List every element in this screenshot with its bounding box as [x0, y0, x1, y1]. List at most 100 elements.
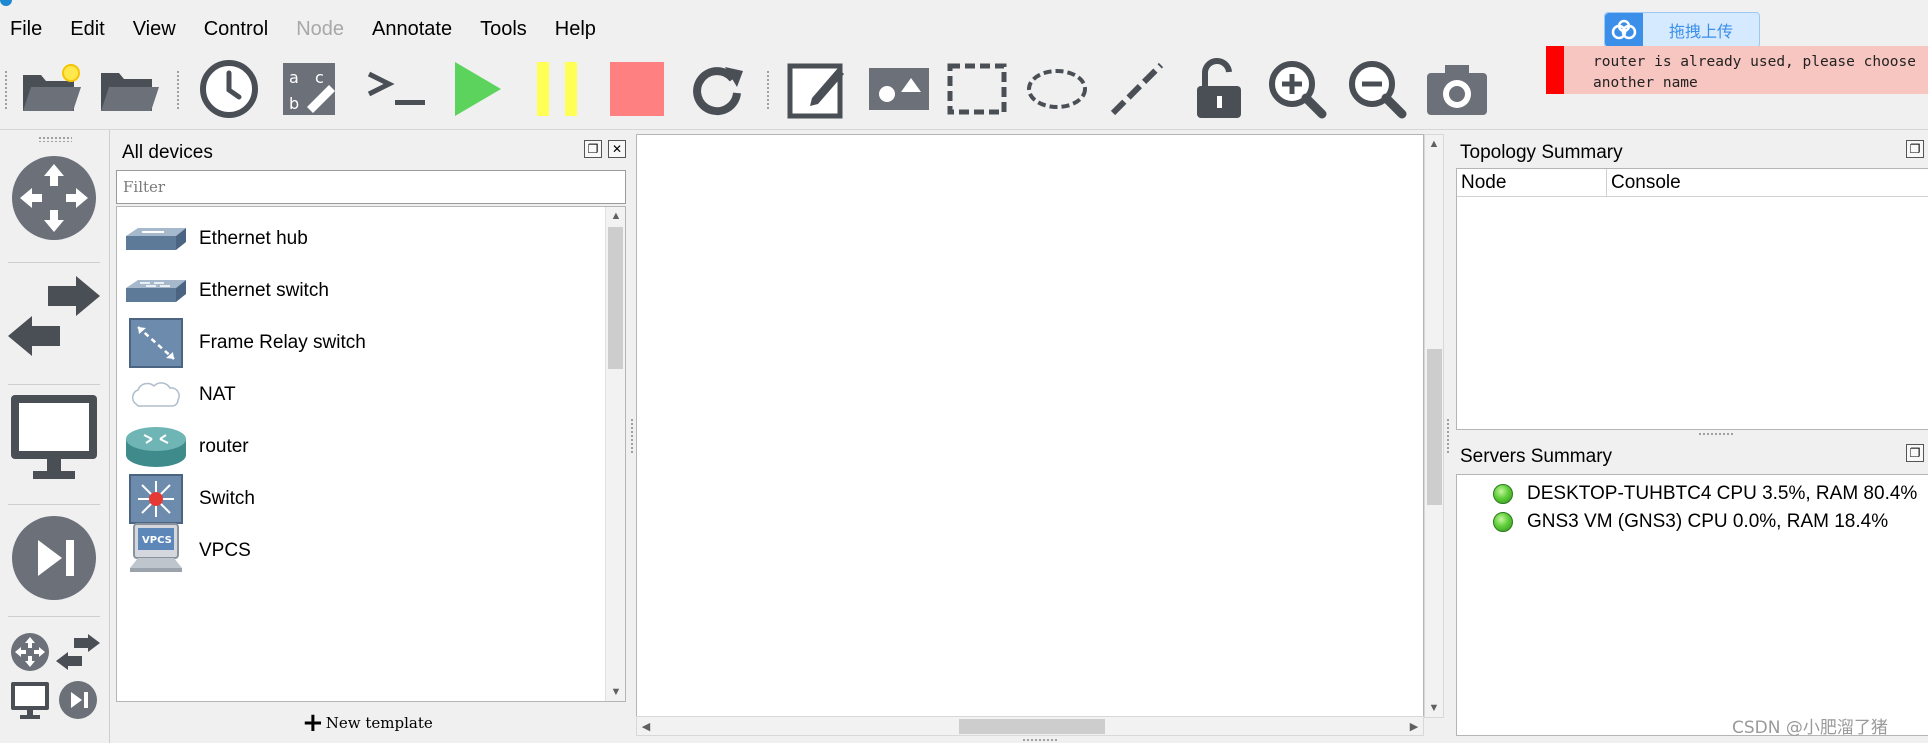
plus-icon: + [302, 708, 324, 738]
show-interface-labels-icon[interactable]: acb [274, 54, 344, 124]
devices-panel: All devices ❐ ✕ Ethernet hub Ethernet sw… [112, 132, 630, 743]
add-note-icon[interactable] [782, 54, 852, 124]
menu-tools[interactable]: Tools [472, 12, 535, 46]
all-devices-security-icon[interactable] [56, 678, 100, 722]
scrollbar-thumb[interactable] [959, 719, 1105, 734]
draw-rectangle-icon[interactable] [942, 54, 1012, 124]
float-panel-icon[interactable]: ❐ [584, 140, 602, 158]
table-header: Node Console [1457, 169, 1928, 197]
new-template-button[interactable]: + New template [302, 710, 433, 736]
svg-text:a: a [289, 68, 299, 87]
canvas-vertical-scrollbar[interactable]: ▲ ▼ [1424, 134, 1444, 718]
all-devices-switches-icon[interactable] [56, 630, 100, 674]
lock-items-icon[interactable] [1184, 54, 1254, 124]
topology-canvas[interactable] [636, 134, 1424, 718]
float-panel-icon[interactable]: ❐ [1906, 140, 1924, 158]
canvas-splitter[interactable] [1022, 738, 1058, 743]
device-label: Ethernet switch [199, 280, 329, 301]
filter-input[interactable] [116, 170, 626, 204]
server-label: DESKTOP-TUHBTC4 CPU 3.5%, RAM 80.4% [1527, 483, 1918, 504]
svg-text:VPCS: VPCS [142, 535, 172, 546]
insert-picture-icon[interactable] [864, 54, 934, 124]
draw-ellipse-icon[interactable] [1022, 54, 1092, 124]
all-devices-end-devices-icon[interactable] [8, 678, 52, 722]
error-message: router is already used, please choose an… [1593, 54, 1917, 91]
menu-annotate[interactable]: Annotate [364, 12, 460, 46]
topology-summary-table: Node Console [1456, 168, 1928, 430]
upload-badge[interactable]: 拖拽上传 [1604, 12, 1760, 48]
menu-help[interactable]: Help [547, 12, 604, 46]
float-panel-icon[interactable]: ❐ [1906, 444, 1924, 462]
scrollbar-thumb[interactable] [1427, 349, 1442, 505]
menu-node: Node [296, 18, 344, 40]
zoom-out-icon[interactable] [1342, 54, 1412, 124]
rail-separator [8, 616, 100, 617]
column-header-console[interactable]: Console [1607, 169, 1928, 196]
open-project-icon[interactable] [94, 54, 164, 124]
all-devices-routers-icon[interactable] [8, 630, 52, 674]
routers-icon[interactable] [8, 152, 100, 244]
suspend-all-icon[interactable] [522, 54, 592, 124]
toolbar-grip[interactable] [4, 70, 8, 110]
stop-all-icon[interactable] [602, 54, 672, 124]
close-panel-icon[interactable]: ✕ [608, 140, 626, 158]
zoom-in-icon[interactable] [1262, 54, 1332, 124]
snapshot-clock-icon[interactable] [194, 54, 264, 124]
server-row[interactable]: GNS3 VM (GNS3) CPU 0.0%, RAM 18.4% [1493, 509, 1888, 535]
server-running-icon [1493, 512, 1513, 532]
new-project-icon[interactable] [16, 54, 86, 124]
rail-separator [8, 504, 100, 505]
device-list-scrollbar[interactable]: ▲ ▼ [605, 207, 625, 701]
switches-icon[interactable] [8, 270, 100, 362]
menu-edit[interactable]: Edit [62, 12, 112, 46]
end-devices-icon[interactable] [8, 392, 100, 484]
watermark: CSDN @小肥溜了猪 [1732, 718, 1888, 738]
device-item-vpcs[interactable]: VPCS VPCS [117, 519, 607, 583]
menu-control[interactable]: Control [196, 12, 276, 46]
console-all-icon[interactable] [362, 54, 432, 124]
scroll-down-icon[interactable]: ▼ [1425, 699, 1443, 717]
server-running-icon [1493, 484, 1513, 504]
error-accent-bar [1546, 46, 1564, 94]
screenshot-icon[interactable] [1422, 54, 1492, 124]
servers-summary-panel: Servers Summary ❐ DESKTOP-TUHBTC4 CPU 3.… [1450, 436, 1928, 743]
draw-line-icon[interactable] [1102, 54, 1172, 124]
app-logo-icon [0, 0, 12, 6]
gns3-window: File Edit View Control Node Annotate Too… [0, 0, 1928, 743]
security-devices-icon[interactable] [8, 512, 100, 604]
servers-list: DESKTOP-TUHBTC4 CPU 3.5%, RAM 80.4% GNS3… [1456, 474, 1928, 736]
device-label: NAT [199, 384, 236, 405]
scroll-up-icon[interactable]: ▲ [606, 207, 625, 225]
toolbar-grip[interactable] [176, 70, 180, 110]
device-label: Frame Relay switch [199, 332, 366, 353]
server-row[interactable]: DESKTOP-TUHBTC4 CPU 3.5%, RAM 80.4% [1493, 481, 1917, 507]
menu-view[interactable]: View [125, 12, 184, 46]
scroll-down-icon[interactable]: ▼ [606, 683, 625, 701]
device-type-rail [0, 130, 110, 743]
rail-separator [8, 262, 100, 263]
scroll-left-icon[interactable]: ◀ [637, 717, 655, 735]
topology-summary-panel: Topology Summary ❐ Node Console [1450, 132, 1928, 432]
device-label: Ethernet hub [199, 228, 308, 249]
topology-summary-title: Topology Summary [1460, 142, 1623, 163]
topology-canvas-area: ▲ ▼ ◀ ▶ [634, 132, 1444, 743]
cloud-upload-icon [1605, 13, 1643, 47]
device-label: Switch [199, 488, 255, 509]
servers-summary-title: Servers Summary [1460, 446, 1613, 467]
column-header-node[interactable]: Node [1457, 169, 1607, 196]
devices-panel-title: All devices [122, 142, 213, 163]
toolbar-grip[interactable] [766, 70, 770, 110]
rail-separator [8, 384, 100, 385]
server-label: GNS3 VM (GNS3) CPU 0.0%, RAM 18.4% [1527, 511, 1889, 532]
scroll-right-icon[interactable]: ▶ [1405, 717, 1423, 735]
start-all-icon[interactable] [442, 54, 512, 124]
svg-text:b: b [289, 94, 299, 113]
device-list: Ethernet hub Ethernet switch Frame Relay… [116, 206, 626, 702]
reload-all-icon[interactable] [682, 54, 752, 124]
menu-file[interactable]: File [2, 12, 50, 46]
title-strip [0, 0, 1928, 12]
scrollbar-thumb[interactable] [608, 227, 623, 369]
canvas-horizontal-scrollbar[interactable]: ◀ ▶ [636, 716, 1424, 736]
rail-grip[interactable] [38, 136, 72, 142]
scroll-up-icon[interactable]: ▲ [1425, 135, 1443, 153]
